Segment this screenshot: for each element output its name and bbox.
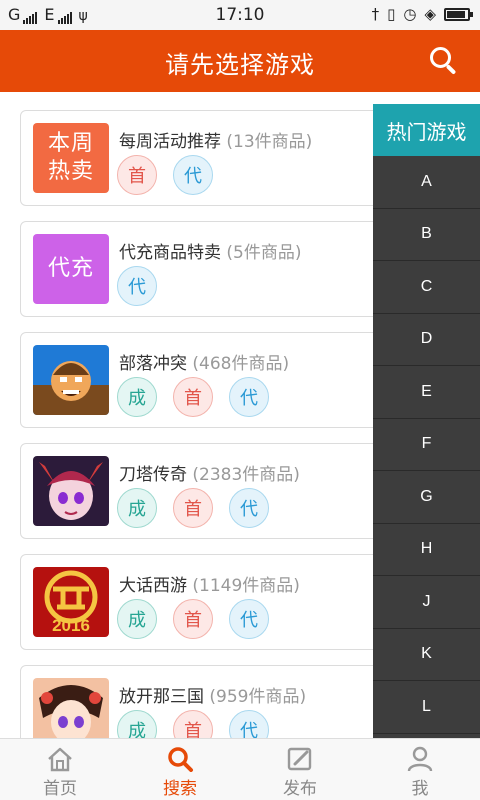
tab-publish-label: 发布 xyxy=(283,779,317,799)
game-name: 放开那三国 xyxy=(119,687,204,707)
account-badge: 成 xyxy=(117,710,157,738)
game-title: 刀塔传奇 (2383件商品) xyxy=(119,460,300,485)
fangkai-sanguo-icon xyxy=(33,678,109,738)
game-name: 刀塔传奇 xyxy=(119,465,187,485)
hot-games-button[interactable]: 热门游戏 xyxy=(373,104,480,156)
thumb-logo-text: 2016 xyxy=(52,616,90,635)
index-letter[interactable]: F xyxy=(373,419,480,471)
first-charge-badge: 首 xyxy=(173,488,213,528)
edit-icon xyxy=(287,747,312,771)
tab-me[interactable]: 我 xyxy=(360,739,480,800)
first-charge-badge: 首 xyxy=(173,377,213,417)
index-letter[interactable]: J xyxy=(373,576,480,629)
dota-legend-icon xyxy=(33,456,109,526)
game-name: 每周活动推荐 xyxy=(119,132,221,152)
tab-publish[interactable]: 发布 xyxy=(240,739,360,800)
service-badges: 成首代 xyxy=(117,377,269,417)
item-count: (2383件商品) xyxy=(192,465,300,485)
game-name: 部落冲突 xyxy=(119,354,187,374)
item-count: (468件商品) xyxy=(192,354,290,374)
home-icon xyxy=(48,747,72,772)
bluetooth-icon: † xyxy=(371,5,380,23)
vibrate-icon: ▯ xyxy=(387,5,396,23)
tab-home[interactable]: 首页 xyxy=(0,739,120,800)
account-badge: 成 xyxy=(117,488,157,528)
proxy-charge-badge: 代 xyxy=(229,599,269,639)
game-name: 代充商品特卖 xyxy=(119,243,221,263)
proxy-charge-badge: 代 xyxy=(117,266,157,306)
page-title: 请先选择游戏 xyxy=(165,51,315,79)
item-count: (13件商品) xyxy=(226,132,313,152)
account-badge: 成 xyxy=(117,377,157,417)
game-title: 放开那三国 (959件商品) xyxy=(119,682,306,707)
service-badges: 成首代 xyxy=(117,488,269,528)
index-letter[interactable]: G xyxy=(373,471,480,524)
letter-index-bar[interactable]: 热门游戏 ABCDEFGHJKL xyxy=(373,104,480,738)
index-letter[interactable]: A xyxy=(373,156,480,209)
game-thumbnail: 代充 xyxy=(33,234,109,304)
game-thumbnail: 本周 热卖 xyxy=(33,123,109,193)
alarm-icon: ◷ xyxy=(403,5,417,23)
user-icon xyxy=(407,746,433,772)
wifi-icon: ◈ xyxy=(424,5,436,23)
app-header: 请先选择游戏 xyxy=(0,30,480,92)
index-letter[interactable]: B xyxy=(373,209,480,261)
first-charge-badge: 首 xyxy=(117,155,157,195)
index-letter[interactable]: H xyxy=(373,524,480,576)
item-count: (1149件商品) xyxy=(192,576,300,596)
bottom-tab-bar: 首页 搜索 发布 我 xyxy=(0,738,480,800)
service-badges: 首代 xyxy=(117,155,213,195)
first-charge-badge: 首 xyxy=(173,710,213,738)
game-title: 部落冲突 (468件商品) xyxy=(119,349,289,374)
item-count: (959件商品) xyxy=(209,687,307,707)
first-charge-badge: 首 xyxy=(173,599,213,639)
tab-me-label: 我 xyxy=(411,779,429,799)
battery-icon xyxy=(444,7,473,21)
proxy-charge-badge: 代 xyxy=(229,710,269,738)
index-letter[interactable]: D xyxy=(373,314,480,366)
search-icon xyxy=(168,747,193,772)
service-badges: 成首代 xyxy=(117,710,269,738)
game-title: 大话西游 (1149件商品) xyxy=(119,571,300,596)
tab-search[interactable]: 搜索 xyxy=(120,739,240,800)
index-letter[interactable]: E xyxy=(373,366,480,419)
game-title: 每周活动推荐 (13件商品) xyxy=(119,127,312,152)
status-bar: G E ψ 17:10 † ▯ ◷ ◈ xyxy=(0,0,480,30)
account-badge: 成 xyxy=(117,599,157,639)
item-count: (5件商品) xyxy=(226,243,302,263)
dahua-xiyou-icon: 2016 xyxy=(33,567,109,637)
index-letter[interactable]: L xyxy=(373,681,480,734)
proxy-charge-badge: 代 xyxy=(229,488,269,528)
proxy-charge-badge: 代 xyxy=(173,155,213,195)
tab-home-label: 首页 xyxy=(43,779,77,799)
status-right: † ▯ ◷ ◈ xyxy=(371,5,473,23)
service-badges: 成首代 xyxy=(117,599,269,639)
clash-of-clans-icon xyxy=(33,345,109,415)
proxy-charge-badge: 代 xyxy=(229,377,269,417)
game-name: 大话西游 xyxy=(119,576,187,596)
tab-search-label: 搜索 xyxy=(163,779,197,799)
index-letter[interactable]: C xyxy=(373,261,480,314)
search-button[interactable] xyxy=(430,47,458,75)
service-badges: 代 xyxy=(117,266,157,306)
game-title: 代充商品特卖 (5件商品) xyxy=(119,238,302,263)
index-letter[interactable]: K xyxy=(373,629,480,681)
